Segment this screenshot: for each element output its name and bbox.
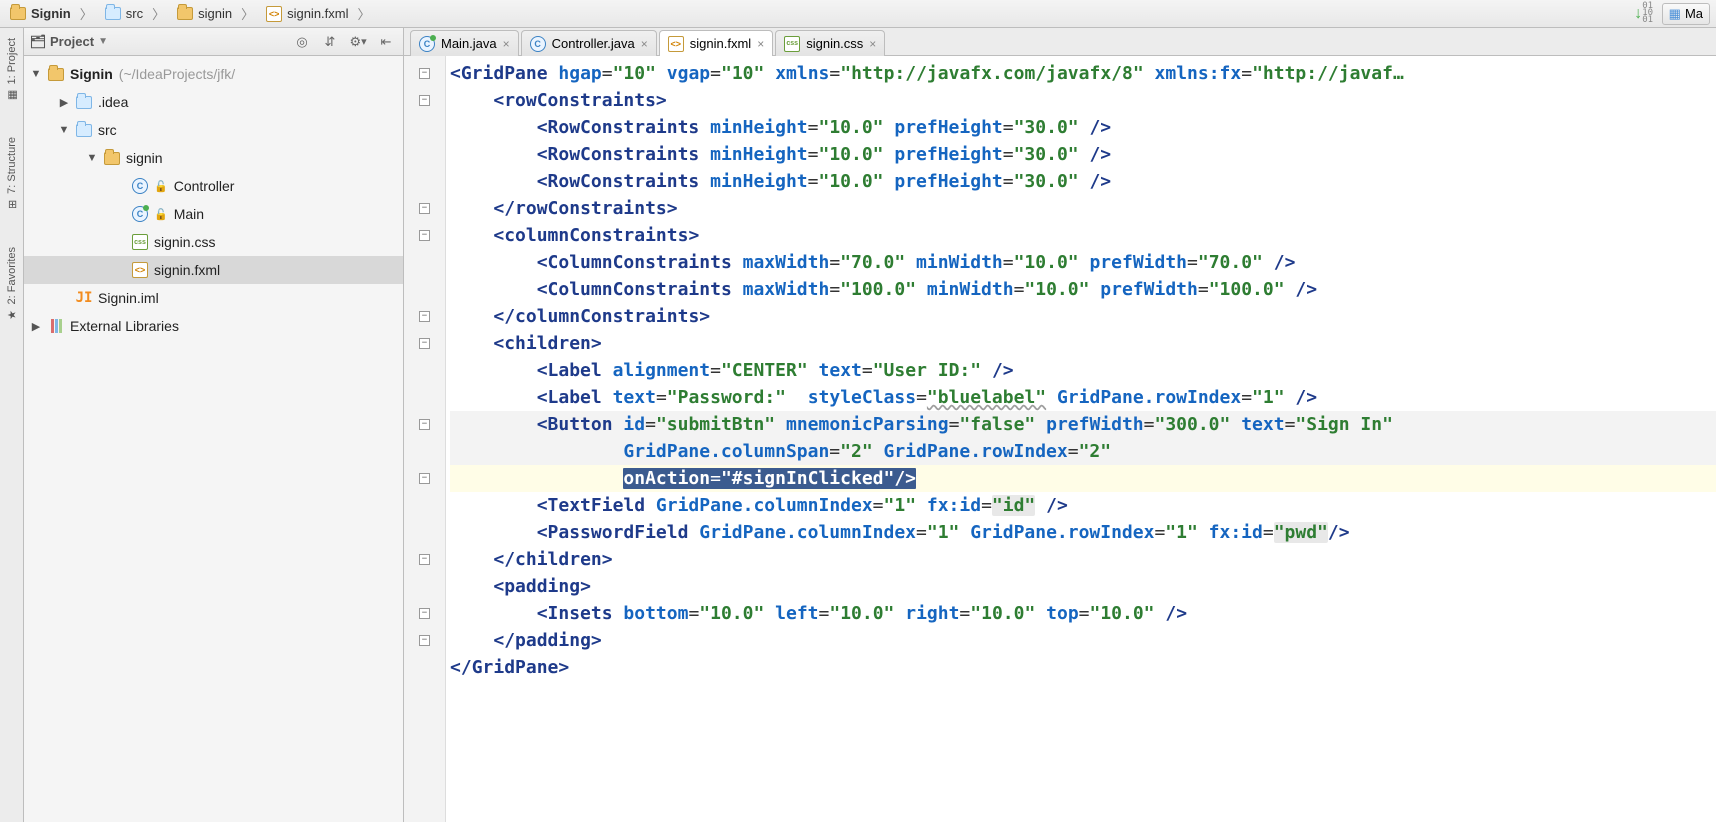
tree-row[interactable]: ▶ .idea: [24, 88, 403, 116]
breadcrumb-label: src: [126, 6, 143, 21]
tree-twisty[interactable]: ▼: [86, 152, 98, 164]
tree-label: External Libraries: [70, 318, 179, 334]
tab-label: Controller.java: [552, 36, 635, 51]
breadcrumb: Signin src signin <>signin.fxml ↓011001 ▦ Ma: [0, 0, 1716, 28]
breadcrumb-item[interactable]: signin: [173, 3, 262, 25]
fold-toggle[interactable]: −: [419, 338, 430, 349]
close-icon[interactable]: ×: [757, 37, 764, 51]
fold-toggle[interactable]: −: [419, 68, 430, 79]
tree-label: Main: [174, 206, 204, 222]
fold-toggle[interactable]: −: [419, 635, 430, 646]
breadcrumb-label: signin: [198, 6, 232, 21]
editor-tab[interactable]: CController.java×: [521, 30, 657, 56]
tab-label: signin.css: [806, 36, 863, 51]
tree-twisty[interactable]: ▼: [30, 68, 42, 80]
tree-row[interactable]: ▼ Signin (~/IdeaProjects/jfk/: [24, 60, 403, 88]
breadcrumb-label: Signin: [31, 6, 71, 21]
project-tool-window: 🗂 Project ▼ ◎ ⇵ ⚙▾ ⇤ ▼ Signin (~/IdeaProj…: [24, 28, 404, 822]
fold-toggle[interactable]: −: [419, 311, 430, 322]
editor-area: CMain.java×CController.java×<>signin.fxm…: [404, 28, 1716, 822]
fold-toggle[interactable]: −: [419, 554, 430, 565]
tree-label: signin.fxml: [154, 262, 220, 278]
breadcrumb-item[interactable]: <>signin.fxml: [262, 3, 378, 25]
tool-window-button[interactable]: ▦1: Project: [4, 32, 20, 107]
close-icon[interactable]: ×: [869, 37, 876, 51]
tree-row[interactable]: C🔓Controller: [24, 172, 403, 200]
left-tool-strip: ▦1: Project ⊞7: Structure ★2: Favorites: [0, 28, 24, 822]
tool-window-button[interactable]: ⊞7: Structure: [4, 131, 20, 217]
editor-tabs-bar: CMain.java×CController.java×<>signin.fxm…: [404, 28, 1716, 56]
breadcrumb-label: signin.fxml: [287, 6, 348, 21]
fold-toggle[interactable]: −: [419, 608, 430, 619]
tree-label: signin.css: [154, 234, 215, 250]
close-icon[interactable]: ×: [641, 37, 648, 51]
tool-window-button[interactable]: ★2: Favorites: [4, 241, 20, 327]
tree-twisty[interactable]: ▶: [58, 96, 70, 109]
editor-tab[interactable]: CMain.java×: [410, 30, 519, 56]
tree-row[interactable]: <>signin.fxml: [24, 256, 403, 284]
fold-toggle[interactable]: −: [419, 230, 430, 241]
project-panel-header: 🗂 Project ▼ ◎ ⇵ ⚙▾ ⇤: [24, 28, 403, 56]
tree-row[interactable]: ▼ signin: [24, 144, 403, 172]
code-editor[interactable]: <GridPane hgap="10" vgap="10" xmlns="htt…: [446, 56, 1716, 822]
hide-panel-button[interactable]: ⇤: [375, 31, 397, 53]
project-tree[interactable]: ▼ Signin (~/IdeaProjects/jfk/ ▶ .idea ▼ src ▼ s…: [24, 56, 403, 822]
tree-row[interactable]: JISignin.iml: [24, 284, 403, 312]
collapse-all-button[interactable]: ⇵: [319, 31, 341, 53]
tree-label: signin: [126, 150, 163, 166]
editor-tab[interactable]: <>signin.fxml×: [659, 30, 773, 56]
editor-gutter[interactable]: − − − − − − − − − − −: [404, 56, 446, 822]
window-switcher-button[interactable]: ▦ Ma: [1662, 3, 1710, 25]
tree-label: Controller: [174, 178, 235, 194]
tab-label: signin.fxml: [690, 36, 751, 51]
tree-label: Signin: [70, 66, 113, 82]
tree-hint: (~/IdeaProjects/jfk/: [119, 66, 235, 82]
project-icon: 🗂: [30, 34, 46, 50]
tree-twisty[interactable]: ▶: [30, 320, 42, 333]
tree-row[interactable]: ▼ src: [24, 116, 403, 144]
breadcrumb-item[interactable]: Signin: [6, 3, 101, 25]
chevron-down-icon: ▼: [98, 36, 108, 47]
close-icon[interactable]: ×: [503, 37, 510, 51]
tree-label: Signin.iml: [98, 290, 159, 306]
tree-row[interactable]: ▶ External Libraries: [24, 312, 403, 340]
project-panel-title[interactable]: 🗂 Project ▼: [30, 34, 108, 50]
editor-tab[interactable]: csssignin.css×: [775, 30, 885, 56]
gear-button[interactable]: ⚙▾: [347, 31, 369, 53]
download-icon[interactable]: ↓011001: [1634, 4, 1654, 24]
fold-toggle[interactable]: −: [419, 203, 430, 214]
tree-row[interactable]: csssignin.css: [24, 228, 403, 256]
tree-twisty[interactable]: ▼: [58, 124, 70, 136]
fold-toggle[interactable]: −: [419, 473, 430, 484]
tab-label: Main.java: [441, 36, 497, 51]
scroll-to-source-button[interactable]: ◎: [291, 31, 313, 53]
breadcrumb-item[interactable]: src: [101, 3, 173, 25]
fold-toggle[interactable]: −: [419, 419, 430, 430]
fold-toggle[interactable]: −: [419, 95, 430, 106]
tree-label: src: [98, 122, 117, 138]
tree-label: .idea: [98, 94, 128, 110]
tree-row[interactable]: C🔓Main: [24, 200, 403, 228]
